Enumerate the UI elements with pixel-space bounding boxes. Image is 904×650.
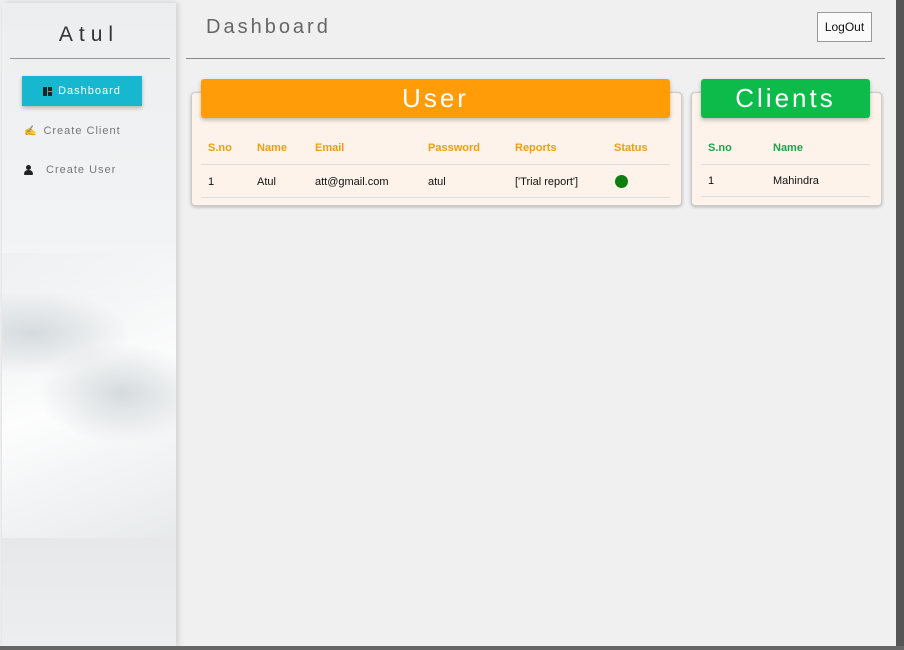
clients-card-header: Clients xyxy=(701,79,870,118)
user-icon xyxy=(24,165,34,175)
cell-reports: ['Trial report'] xyxy=(515,176,579,188)
column-header-password: Password xyxy=(428,142,480,154)
cell-email: att@gmail.com xyxy=(315,176,389,188)
dashboard-icon xyxy=(43,86,53,96)
table-divider xyxy=(701,164,870,165)
header-divider xyxy=(186,58,885,59)
brand-name: Atul xyxy=(58,23,120,46)
user-card-header: User xyxy=(201,79,670,118)
cell-password: atul xyxy=(428,176,446,188)
logout-button[interactable]: LogOut xyxy=(817,12,872,42)
cell-name: Mahindra xyxy=(773,175,819,187)
handshake-icon: ✍ xyxy=(24,125,38,137)
cell-name: Atul xyxy=(257,176,276,188)
table-divider xyxy=(201,197,670,198)
cell-sno: 1 xyxy=(208,176,215,188)
sidebar-item-label: Create Client xyxy=(43,125,121,137)
column-header-reports: Reports xyxy=(515,142,557,154)
column-header-sno: S.no xyxy=(208,142,232,154)
sidebar-item-dashboard[interactable]: Dashboard xyxy=(22,76,142,106)
sidebar-item-create-user[interactable]: Create User xyxy=(24,155,116,185)
table-divider xyxy=(201,164,670,165)
page-title: Dashboard xyxy=(206,16,331,38)
sidebar-item-label: Dashboard xyxy=(58,85,121,97)
sidebar-item-create-client[interactable]: ✍ Create Client xyxy=(24,116,121,146)
sidebar-background-image xyxy=(2,253,176,543)
column-header-name: Name xyxy=(773,142,803,154)
column-header-email: Email xyxy=(315,142,345,154)
column-header-name: Name xyxy=(257,142,287,154)
column-header-status: Status xyxy=(614,142,648,154)
sidebar: Atul Dashboard ✍ Create Client Create Us… xyxy=(2,3,176,647)
column-header-sno: S.no xyxy=(708,142,732,154)
table-divider xyxy=(701,196,870,197)
cell-sno: 1 xyxy=(708,175,715,187)
sidebar-divider xyxy=(10,58,170,59)
status-indicator xyxy=(615,175,628,188)
sidebar-item-label: Create User xyxy=(46,164,117,176)
